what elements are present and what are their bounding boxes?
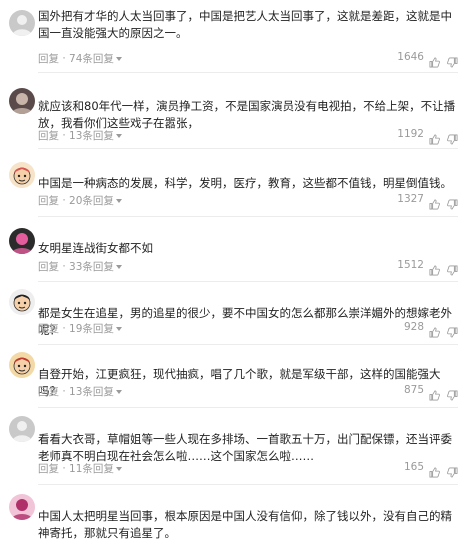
caret-down-icon[interactable]	[115, 198, 122, 203]
comment-list: 国外把有才华的人太当回事了，中国是把艺人太当回事了，这就是差距，这就是中国一直没…	[0, 0, 474, 540]
thumbs-down-icon[interactable]	[447, 323, 458, 338]
like-count: 1192	[397, 128, 424, 140]
replies-count-link[interactable]: 33条回复	[69, 261, 114, 273]
reply-link[interactable]: 回复	[38, 53, 59, 65]
thumbs-up-icon[interactable]	[429, 261, 440, 276]
thumbs-up-icon[interactable]	[429, 386, 440, 401]
replies-count-link[interactable]: 11条回复	[69, 463, 114, 475]
comment-divider	[38, 344, 458, 345]
comment-meta: 回复 · 20条回复	[38, 193, 122, 208]
comment-meta: 回复 · 19条回复	[38, 321, 122, 336]
separator-dot: ·	[59, 385, 70, 398]
comment-text: 女明星连战街女都不如	[38, 241, 153, 255]
thumbs-up-icon[interactable]	[429, 130, 440, 145]
comment-meta: 回复 · 11条回复	[38, 461, 122, 476]
user-avatar[interactable]	[9, 10, 35, 36]
like-count: 1512	[397, 259, 424, 271]
like-count: 875	[403, 384, 424, 396]
comment-divider	[38, 484, 458, 485]
comment-meta: 回复 · 74条回复	[38, 51, 122, 66]
reply-link[interactable]: 回复	[38, 130, 59, 142]
comment-divider	[38, 148, 458, 149]
like-count: 1327	[397, 193, 424, 205]
caret-down-icon[interactable]	[115, 326, 122, 331]
reply-link[interactable]: 回复	[38, 323, 59, 335]
thumbs-down-icon[interactable]	[447, 195, 458, 210]
user-avatar[interactable]	[9, 416, 35, 442]
user-avatar[interactable]	[9, 162, 35, 188]
comment-divider	[38, 216, 458, 217]
thumbs-up-icon[interactable]	[429, 195, 440, 210]
user-avatar[interactable]	[9, 228, 35, 254]
comment-text: 中国是一种病态的发展，科学，发明，医疗，教育，这些都不值钱，明星倒值钱。	[38, 176, 452, 190]
reply-link[interactable]: 回复	[38, 261, 59, 273]
comment-meta: 回复 · 13条回复	[38, 128, 122, 143]
thumbs-up-icon[interactable]	[429, 323, 440, 338]
comment-text: 国外把有才华的人太当回事了，中国是把艺人太当回事了，这就是差距，这就是中国一直没…	[38, 9, 452, 40]
replies-count-link[interactable]: 13条回复	[69, 130, 114, 142]
like-count: 1646	[397, 51, 424, 63]
comment-meta: 回复 · 13条回复	[38, 384, 122, 399]
comment-divider	[38, 281, 458, 282]
caret-down-icon[interactable]	[115, 466, 122, 471]
separator-dot: ·	[59, 322, 70, 335]
comment-divider	[38, 72, 458, 73]
replies-count-link[interactable]: 13条回复	[69, 386, 114, 398]
thumbs-down-icon[interactable]	[447, 463, 458, 478]
user-avatar[interactable]	[9, 289, 35, 315]
reply-link[interactable]: 回复	[38, 195, 59, 207]
caret-down-icon[interactable]	[115, 389, 122, 394]
thumbs-down-icon[interactable]	[447, 53, 458, 68]
user-avatar[interactable]	[9, 352, 35, 378]
separator-dot: ·	[59, 52, 70, 65]
user-avatar[interactable]	[9, 494, 35, 520]
replies-count-link[interactable]: 20条回复	[69, 195, 114, 207]
separator-dot: ·	[59, 194, 70, 207]
thumbs-up-icon[interactable]	[429, 53, 440, 68]
separator-dot: ·	[59, 462, 70, 475]
caret-down-icon[interactable]	[115, 56, 122, 61]
separator-dot: ·	[59, 129, 70, 142]
caret-down-icon[interactable]	[115, 133, 122, 138]
comment-meta: 回复 · 33条回复	[38, 259, 122, 274]
separator-dot: ·	[59, 260, 70, 273]
caret-down-icon[interactable]	[115, 264, 122, 269]
like-count: 928	[403, 321, 424, 333]
comment-text: 看看大衣哥，草帽姐等一些人现在多排场、一首歌五十万，出门配保镖，还当评委老师真不…	[38, 432, 452, 463]
like-count: 165	[403, 461, 424, 473]
thumbs-down-icon[interactable]	[447, 261, 458, 276]
thumbs-down-icon[interactable]	[447, 386, 458, 401]
reply-link[interactable]: 回复	[38, 463, 59, 475]
replies-count-link[interactable]: 19条回复	[69, 323, 114, 335]
thumbs-up-icon[interactable]	[429, 463, 440, 478]
user-avatar[interactable]	[9, 88, 35, 114]
replies-count-link[interactable]: 74条回复	[69, 53, 114, 65]
comment-divider	[38, 407, 458, 408]
comment-text: 就应该和80年代一样，演员挣工资，不是国家演员没有电视拍，不给上架，不让播放，我…	[38, 99, 456, 130]
thumbs-down-icon[interactable]	[447, 130, 458, 145]
reply-link[interactable]: 回复	[38, 386, 59, 398]
